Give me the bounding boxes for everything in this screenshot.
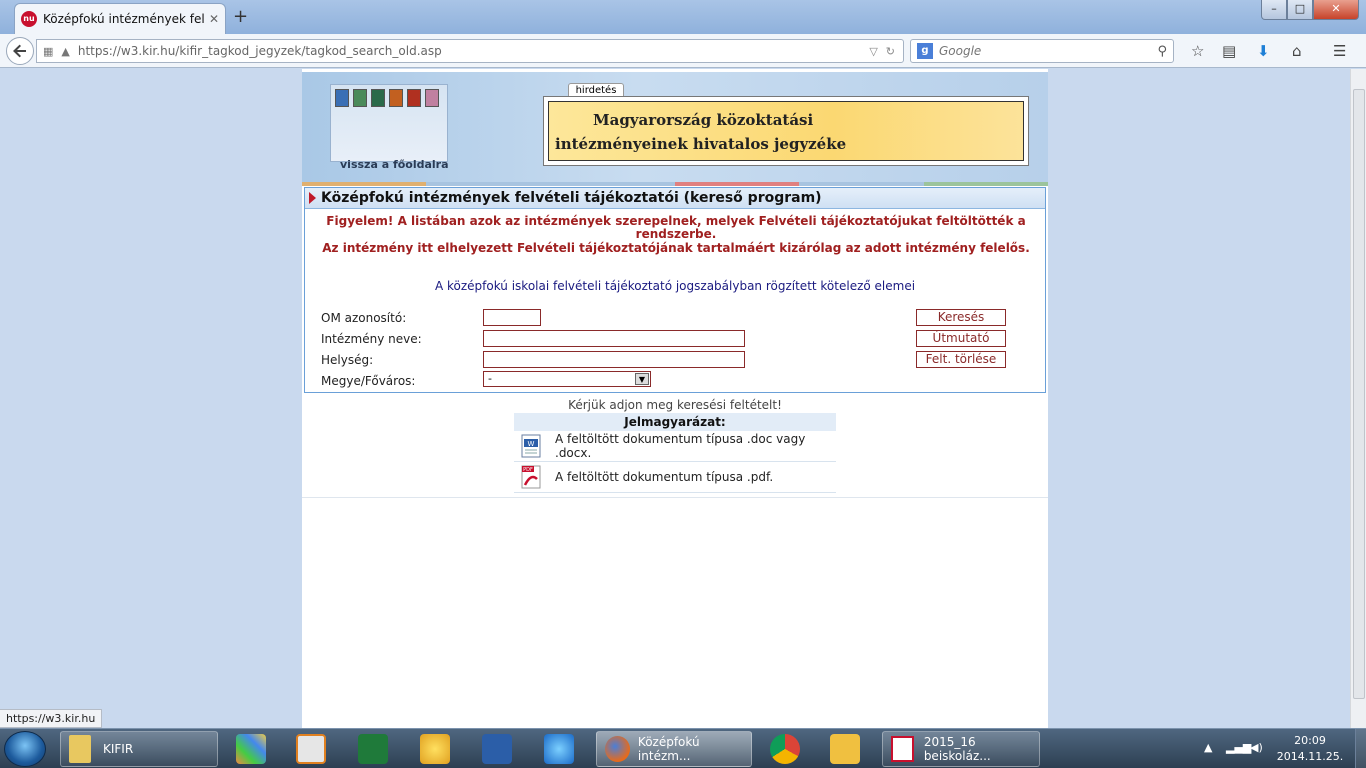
internet-explorer-icon[interactable] <box>544 734 574 764</box>
google-icon[interactable]: g <box>917 43 933 59</box>
legend-title: Jelmagyarázat: <box>514 413 836 431</box>
law-requirements-link[interactable]: A középfokú iskolai felvételi tájékoztat… <box>305 279 1045 293</box>
triangle-right-icon <box>309 192 316 204</box>
firefox-icon <box>605 736 630 762</box>
pdf-document-icon: PDF <box>519 465 543 489</box>
bookmark-star-icon[interactable]: ☆ <box>1191 42 1204 60</box>
search-form-panel: Középfokú intézmények felvételi tájékozt… <box>304 187 1046 393</box>
legend-row-pdf: PDF A feltöltött dokumentum típusa .pdf. <box>514 462 836 493</box>
pdf-viewer-icon <box>891 736 914 762</box>
media-player-icon[interactable] <box>296 734 326 764</box>
clear-criteria-button[interactable]: Felt. törlése <box>916 351 1006 368</box>
county-label: Megye/Főváros: <box>321 374 416 388</box>
vertical-scrollbar[interactable] <box>1350 69 1366 728</box>
dropdown-arrow-icon[interactable]: ▽ <box>869 45 877 58</box>
tab-close-icon[interactable]: ✕ <box>209 12 219 26</box>
site-logo[interactable] <box>330 84 448 162</box>
divider <box>302 497 1048 498</box>
browser-titlebar: nu Középfokú intézmények fel... ✕ + – □ … <box>0 0 1366 34</box>
legend-doc-text: A feltöltött dokumentum típusa .doc vagy… <box>555 432 806 460</box>
svg-text:PDF: PDF <box>523 467 533 473</box>
windows-taskbar: KIFIR Középfokú intézm... 2015_16 beisko… <box>0 728 1366 768</box>
site-favicon-icon: nu <box>21 11 37 27</box>
library-icon[interactable]: ▦ <box>43 45 53 58</box>
taskbar-item-kifir[interactable]: KIFIR <box>60 731 218 767</box>
warning-text-1: Figyelem! A listában azok az intézmények… <box>326 214 1026 241</box>
legend-pdf-text: A feltöltött dokumentum típusa .pdf. <box>555 470 774 484</box>
chrome-icon[interactable] <box>770 734 800 764</box>
excel-icon[interactable] <box>358 734 388 764</box>
om-id-input[interactable] <box>483 309 541 326</box>
search-bar[interactable]: g ⚲ <box>910 39 1174 63</box>
tab-title: Középfokú intézmények fel... <box>43 12 205 26</box>
clock-time: 20:09 <box>1294 734 1326 747</box>
app-grid-icon[interactable] <box>236 734 266 764</box>
menu-icon[interactable]: ☰ <box>1333 42 1346 60</box>
form-heading-text: Középfokú intézmények felvételi tájékozt… <box>321 190 822 206</box>
taskbar-item-label: KIFIR <box>103 742 134 756</box>
taskbar-item-label: Középfokú intézm... <box>637 735 700 763</box>
ad-banner[interactable]: Magyarország közoktatási intézményeinek … <box>543 96 1029 166</box>
form-heading: Középfokú intézmények felvételi tájékozt… <box>305 188 1045 209</box>
outlook-icon[interactable] <box>830 734 860 764</box>
network-icon[interactable]: ▂▄▆ <box>1226 741 1251 754</box>
browser-navbar: ▦ ▲ https://w3.kir.hu/kifir_tagkod_jegyz… <box>0 34 1366 68</box>
address-url[interactable]: https://w3.kir.hu/kifir_tagkod_jegyzek/t… <box>78 44 869 58</box>
svg-text:W: W <box>528 440 535 448</box>
ad-text-line2: intézményeinek hivatalos jegyzéke <box>555 135 847 153</box>
legend-table: Jelmagyarázat: W A feltöltött dokumentum… <box>514 413 836 493</box>
color-strip <box>302 182 1048 186</box>
om-label: OM azonosító: <box>321 311 407 325</box>
county-select[interactable]: - ▼ <box>483 371 651 387</box>
start-button[interactable] <box>4 731 46 767</box>
city-input[interactable] <box>483 351 745 368</box>
taskbar-item-document[interactable]: 2015_16 beiskoláz... <box>882 731 1040 767</box>
ad-label: hirdetés <box>568 83 624 97</box>
taskbar-item-label: 2015_16 beiskoláz... <box>923 735 991 763</box>
browser-tab[interactable]: nu Középfokú intézmények fel... ✕ <box>14 3 226 34</box>
search-icon[interactable]: ⚲ <box>1157 44 1167 59</box>
clock-date: 2014.11.25. <box>1276 750 1344 763</box>
institution-name-input[interactable] <box>483 330 745 347</box>
window-close-button[interactable]: ✕ <box>1313 0 1359 20</box>
city-label: Helység: <box>321 353 374 367</box>
site-banner: vissza a főoldalra hirdetés Magyarország… <box>302 72 1048 182</box>
tray-expand-icon[interactable]: ▲ <box>1204 741 1212 754</box>
warning-icon[interactable]: ▲ <box>61 45 69 58</box>
reload-icon[interactable]: ↻ <box>886 45 895 58</box>
page-content: vissza a főoldalra hirdetés Magyarország… <box>302 69 1048 728</box>
institution-name-label: Intézmény neve: <box>321 332 422 346</box>
show-desktop-button[interactable] <box>1355 729 1366 768</box>
downloads-icon[interactable]: ⬇ <box>1257 42 1270 60</box>
status-url-tooltip: https://w3.kir.hu <box>0 709 103 728</box>
folder-icon <box>69 735 91 763</box>
scrollbar-thumb[interactable] <box>1353 89 1365 699</box>
system-clock[interactable]: 20:09 2014.11.25. <box>1270 733 1350 765</box>
legend-row-doc: W A feltöltött dokumentum típusa .doc va… <box>514 431 836 462</box>
address-bar[interactable]: ▦ ▲ https://w3.kir.hu/kifir_tagkod_jegyz… <box>36 39 904 63</box>
ad-text-line1: Magyarország közoktatási <box>593 111 814 129</box>
chevron-down-icon[interactable]: ▼ <box>635 373 649 385</box>
search-prompt: Kérjük adjon meg keresési feltételt! <box>568 398 782 412</box>
clock-app-icon[interactable] <box>420 734 450 764</box>
home-icon[interactable]: ⌂ <box>1292 42 1302 60</box>
window-maximize-button[interactable]: □ <box>1287 0 1313 20</box>
back-arrow-icon <box>13 44 26 58</box>
taskbar-item-firefox[interactable]: Középfokú intézm... <box>596 731 752 767</box>
volume-icon[interactable]: ◀) <box>1250 741 1263 754</box>
back-button[interactable] <box>6 37 34 65</box>
bookmarks-menu-icon[interactable]: ▤ <box>1222 42 1236 60</box>
guide-button[interactable]: Útmutató <box>916 330 1006 347</box>
word-document-icon: W <box>519 434 543 458</box>
search-input[interactable] <box>939 44 1158 58</box>
word-icon[interactable] <box>482 734 512 764</box>
search-button[interactable]: Keresés <box>916 309 1006 326</box>
back-to-home-link[interactable]: vissza a főoldalra <box>340 158 449 171</box>
window-minimize-button[interactable]: – <box>1261 0 1287 20</box>
county-select-value: - <box>488 372 492 385</box>
new-tab-button[interactable]: + <box>233 6 248 27</box>
page-viewport: vissza a főoldalra hirdetés Magyarország… <box>0 69 1350 728</box>
warning-text-2: Az intézmény itt elhelyezett Felvételi t… <box>322 241 1030 255</box>
